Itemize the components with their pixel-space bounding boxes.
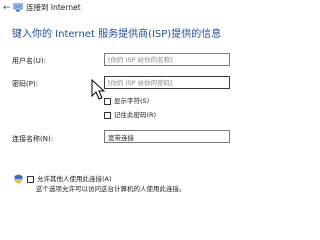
shield-icon xyxy=(14,174,23,184)
connection-name-label: 连接名称(N): xyxy=(12,135,54,143)
network-icon xyxy=(13,3,23,12)
allow-others-label: 允许其他人使用此连接(A) xyxy=(37,175,112,183)
remember-password-checkbox-box[interactable] xyxy=(104,112,111,119)
remember-password-checkbox[interactable]: 记住此密码(R) xyxy=(104,111,156,121)
sharing-note: 这个选项允许可以访问这台计算机的人使用此连接。 xyxy=(36,185,186,193)
show-characters-label: 显示字符(S) xyxy=(114,97,150,105)
mouse-cursor-icon xyxy=(91,79,105,100)
window-title: 连接到 Internet xyxy=(26,3,81,12)
remember-password-label: 记住此密码(R) xyxy=(114,111,157,119)
allow-others-checkbox-box[interactable] xyxy=(27,176,34,183)
show-characters-checkbox[interactable]: 显示字符(S) xyxy=(104,97,149,107)
allow-others-checkbox[interactable]: 允许其他人使用此连接(A) xyxy=(27,175,112,185)
back-arrow-icon[interactable]: ← xyxy=(3,3,11,13)
page-heading: 键入你的 Internet 服务提供商(ISP)提供的信息 xyxy=(12,29,222,40)
password-label: 密码(P): xyxy=(12,80,39,88)
titlebar: ← 连接到 Internet xyxy=(0,0,319,17)
password-input[interactable] xyxy=(104,76,230,89)
username-label: 用户名(U): xyxy=(12,57,46,65)
connect-to-internet-window: ← 连接到 Internet 键入你的 Internet 服务提供商(ISP)提… xyxy=(0,0,319,200)
show-characters-checkbox-box[interactable] xyxy=(104,98,111,105)
username-input[interactable] xyxy=(104,53,230,66)
connection-name-input[interactable] xyxy=(104,130,230,143)
